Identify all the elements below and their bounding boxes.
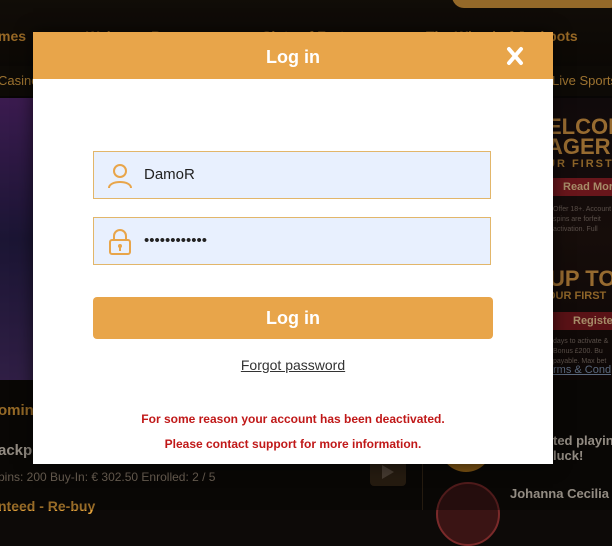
modal-title: Log in	[266, 47, 320, 67]
forgot-password-link[interactable]: Forgot password	[33, 357, 553, 373]
lock-icon	[109, 229, 131, 255]
username-input[interactable]	[144, 152, 474, 198]
close-button[interactable]	[501, 44, 529, 68]
username-field[interactable]	[93, 151, 491, 199]
login-modal: Log in Log in Forgot password For some r…	[33, 32, 553, 464]
modal-header: Log in	[33, 32, 553, 79]
login-button[interactable]: Log in	[93, 297, 493, 339]
password-input[interactable]	[144, 218, 474, 264]
error-message: For some reason your account has been de…	[141, 412, 445, 426]
password-field[interactable]	[93, 217, 491, 265]
error-message-support: Please contact support for more informat…	[164, 437, 422, 451]
close-icon	[507, 47, 523, 65]
user-icon	[108, 164, 132, 189]
